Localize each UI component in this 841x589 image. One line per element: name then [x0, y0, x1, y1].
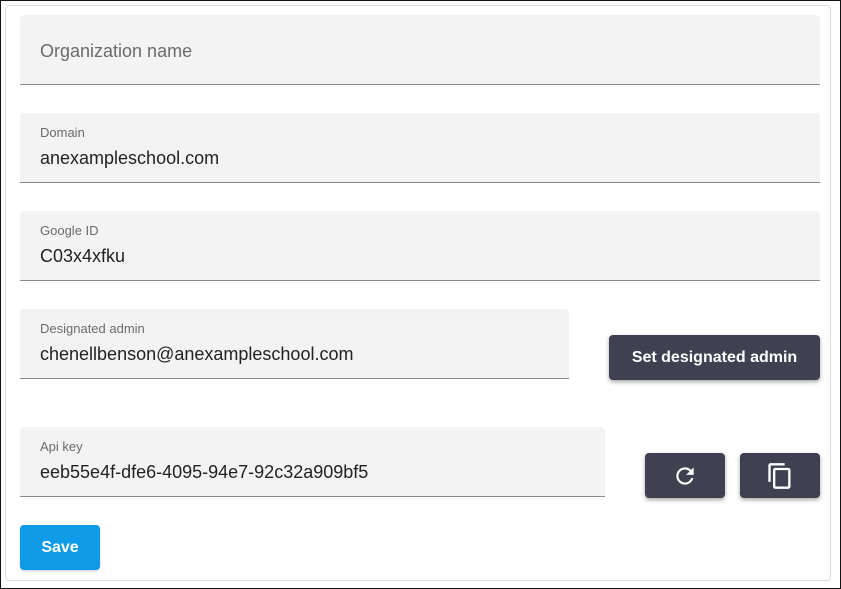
designated-admin-label: Designated admin — [40, 321, 145, 336]
copy-api-key-button[interactable] — [740, 453, 820, 498]
designated-admin-field[interactable]: Designated admin chenellbenson@anexample… — [20, 309, 569, 379]
regenerate-api-key-button[interactable] — [645, 453, 725, 498]
save-label: Save — [41, 538, 79, 556]
api-key-value: eeb55e4f-dfe6-4095-94e7-92c32a909bf5 — [40, 462, 369, 482]
domain-field[interactable]: Domain anexampleschool.com — [20, 113, 820, 183]
designated-admin-value: chenellbenson@anexampleschool.com — [40, 344, 354, 364]
api-key-label: Api key — [40, 439, 83, 454]
google-id-label: Google ID — [40, 223, 99, 238]
organization-name-field[interactable]: Organization name — [20, 15, 820, 85]
refresh-icon — [676, 466, 694, 485]
save-button[interactable]: Save — [20, 525, 100, 570]
set-designated-admin-button[interactable]: Set designated admin — [609, 335, 820, 380]
organization-name-placeholder: Organization name — [40, 41, 193, 61]
google-id-value: C03x4xfku — [40, 246, 126, 266]
api-key-field[interactable]: Api key eeb55e4f-dfe6-4095-94e7-92c32a90… — [20, 427, 605, 497]
domain-label: Domain — [40, 125, 85, 140]
google-id-field[interactable]: Google ID C03x4xfku — [20, 211, 820, 281]
copy-icon — [768, 462, 791, 489]
domain-value: anexampleschool.com — [40, 148, 220, 168]
set-designated-admin-label: Set designated admin — [631, 348, 798, 366]
